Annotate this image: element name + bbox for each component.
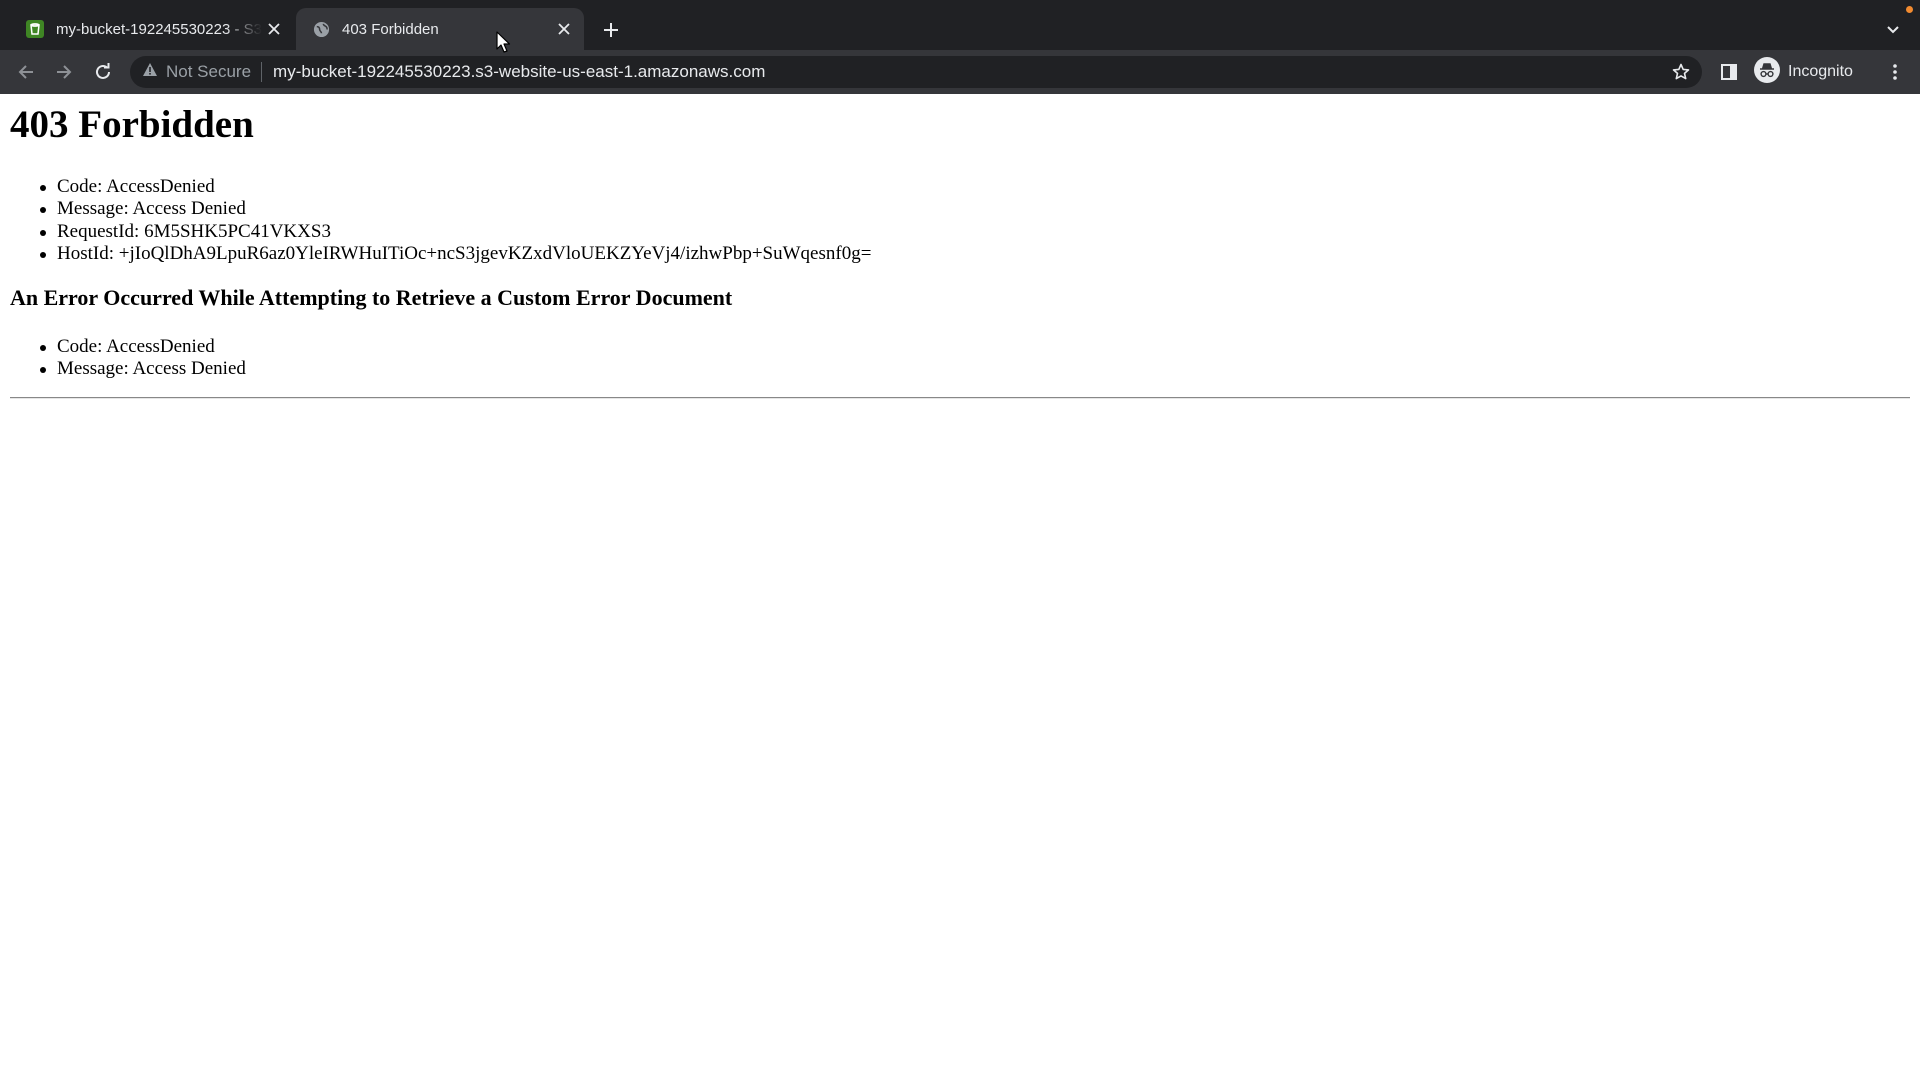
page-title: 403 Forbidden <box>10 103 254 146</box>
reload-icon <box>96 63 110 79</box>
arrow-right-icon <box>57 65 72 79</box>
list-item: Code: AccessDenied <box>0 336 246 358</box>
reload-button[interactable] <box>88 57 118 87</box>
address-bar[interactable]: Not Secure my-bucket-192245530223.s3-web… <box>130 56 1702 88</box>
divider <box>261 62 263 82</box>
list-item: Message: Access Denied <box>0 198 871 220</box>
browser-toolbar: Not Secure my-bucket-192245530223.s3-web… <box>0 50 1920 94</box>
arrow-left-icon <box>18 65 33 79</box>
tab-title: my-bucket-192245530223 - S3 bucket <box>56 20 262 38</box>
tab-title: 403 Forbidden <box>342 20 439 38</box>
security-status[interactable]: Not Secure <box>166 62 251 82</box>
list-item: HostId: +jIoQlDhA9LpuR6az0YleIRWHuITiOc+… <box>0 243 871 265</box>
browser-chrome: my-bucket-192245530223 - S3 bucket 403 F… <box>0 0 1920 94</box>
list-item: RequestId: 6M5SHK5PC41VKXS3 <box>0 221 871 243</box>
url-text[interactable]: my-bucket-192245530223.s3-website-us-eas… <box>273 62 765 82</box>
kebab-menu-icon <box>1893 64 1897 80</box>
close-icon[interactable] <box>262 17 286 41</box>
menu-button[interactable] <box>1880 57 1910 87</box>
list-item: Code: AccessDenied <box>0 176 871 198</box>
custom-error-details-list: Code: AccessDenied Message: Access Denie… <box>0 336 246 381</box>
tab-search-button[interactable] <box>1880 17 1906 43</box>
side-panel-button[interactable] <box>1714 57 1744 87</box>
bookmark-star-icon[interactable] <box>1668 59 1694 85</box>
mouse-cursor-icon <box>496 31 511 53</box>
warning-icon[interactable] <box>142 62 158 82</box>
section-heading: An Error Occurred While Attempting to Re… <box>10 285 733 310</box>
page-content: 403 Forbidden Code: AccessDenied Message… <box>0 94 1920 1080</box>
side-panel-icon <box>1721 64 1737 80</box>
incognito-icon <box>1754 56 1780 88</box>
forward-button[interactable] <box>49 57 79 87</box>
tab-strip: my-bucket-192245530223 - S3 bucket 403 F… <box>0 0 1920 50</box>
list-item: Message: Access Denied <box>0 358 246 380</box>
profile-button[interactable]: Incognito <box>1754 55 1853 89</box>
profile-label: Incognito <box>1788 63 1853 80</box>
globe-icon <box>312 20 330 38</box>
tab-s3-bucket[interactable]: my-bucket-192245530223 - S3 bucket <box>8 8 294 50</box>
recording-indicator <box>1906 6 1913 13</box>
chevron-down-icon <box>1887 26 1899 34</box>
horizontal-rule <box>10 397 1910 399</box>
back-button[interactable] <box>11 57 41 87</box>
s3-bucket-icon <box>26 20 44 38</box>
plus-icon <box>604 23 618 37</box>
close-icon[interactable] <box>552 17 576 41</box>
tab-403-forbidden[interactable]: 403 Forbidden <box>296 8 584 50</box>
new-tab-button[interactable] <box>598 17 624 43</box>
error-details-list: Code: AccessDenied Message: Access Denie… <box>0 176 871 265</box>
